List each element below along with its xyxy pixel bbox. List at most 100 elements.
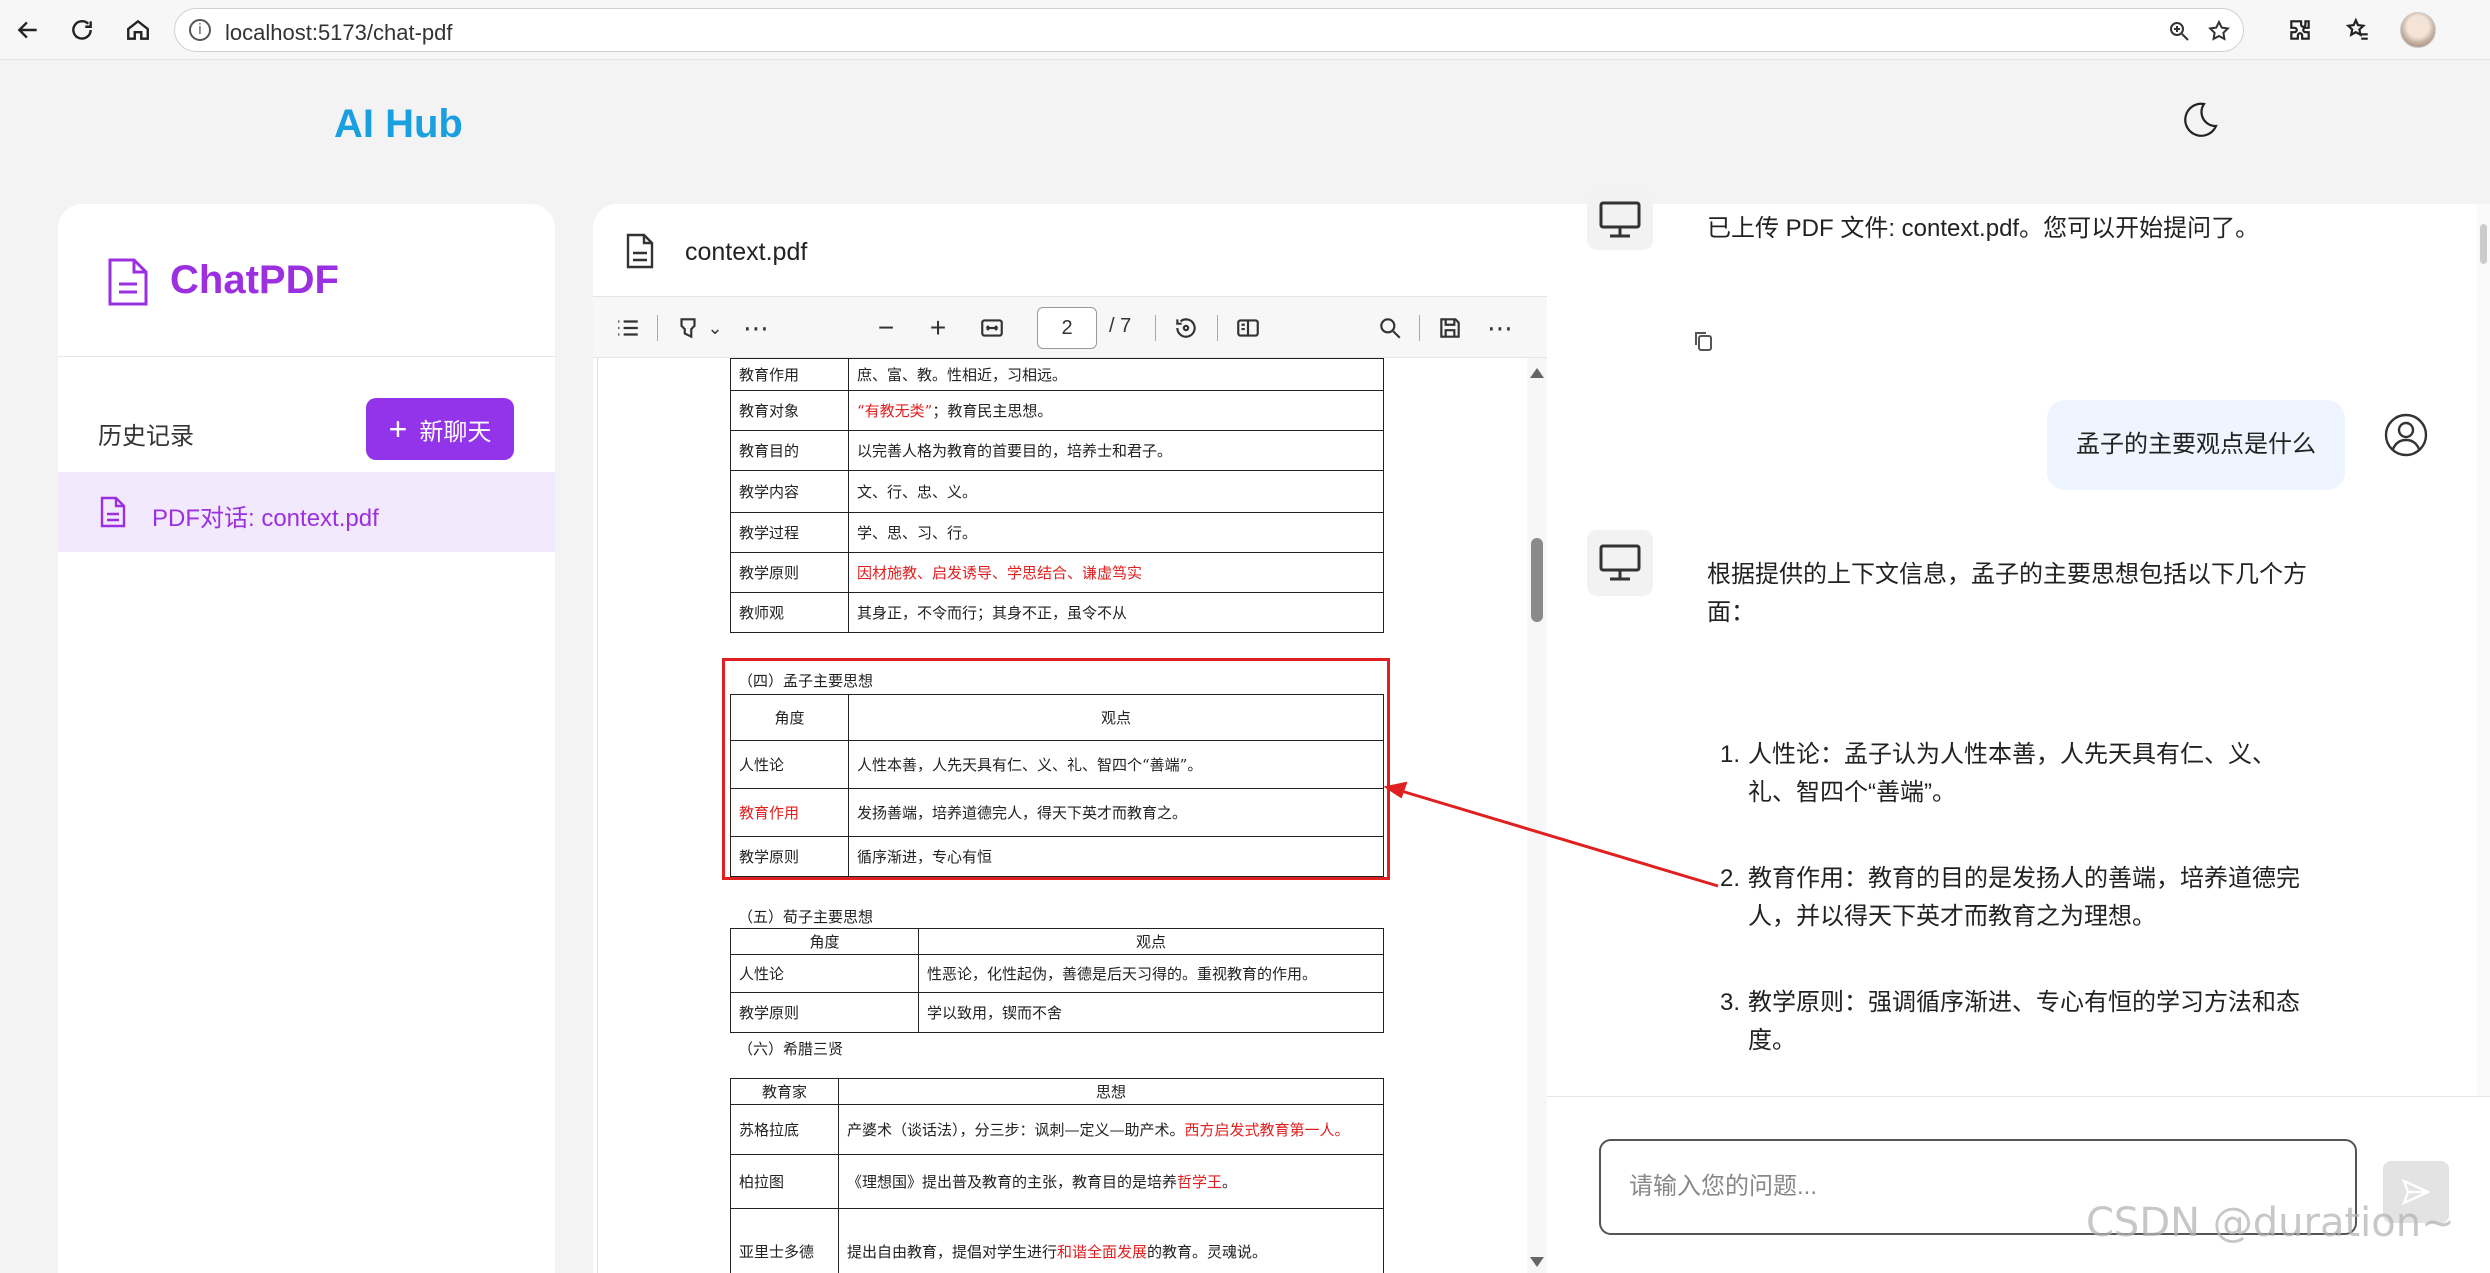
scroll-up-arrow[interactable] bbox=[1530, 368, 1544, 378]
highlight-icon[interactable] bbox=[673, 313, 703, 343]
cell-text: 的教育。灵魂说。 bbox=[1147, 1243, 1268, 1261]
pdf-table-confucius: 教育作用 庶、富、教。性相近，习相远。 教育对象 “有教无类”；教育民主思想。 教育… bbox=[730, 358, 1384, 633]
brand-title[interactable]: AI Hub bbox=[334, 102, 463, 147]
contents-list-icon[interactable] bbox=[613, 313, 643, 343]
highlighted-text: 哲学王 bbox=[1177, 1173, 1223, 1191]
zoom-icon[interactable] bbox=[2167, 19, 2191, 43]
sidebar: ChatPDF 历史记录 + 新聊天 PDF对话: context.pdf bbox=[58, 204, 555, 1273]
highlighted-text: 和谐全面发展 bbox=[1057, 1243, 1148, 1261]
table-row: 教学过程 学、思、习、行。 bbox=[730, 512, 1384, 553]
page-view-icon[interactable] bbox=[1233, 313, 1263, 343]
pdf-page[interactable]: 教育作用 庶、富、教。性相近，习相远。 教育对象 “有教无类”；教育民主思想。 教育… bbox=[597, 358, 1527, 1273]
new-chat-button[interactable]: + 新聊天 bbox=[366, 398, 514, 460]
rotate-icon[interactable] bbox=[1171, 313, 1201, 343]
pdf-filename: context.pdf bbox=[685, 238, 808, 266]
table-row: 教育作用 发扬善端，培养道德完人，得天下英才而教育之。 bbox=[730, 788, 1384, 837]
table-cell: 发扬善端，培养道德完人，得天下英才而教育之。 bbox=[848, 788, 1384, 837]
section-title: （六）希腊三贤 bbox=[738, 1040, 844, 1058]
user-avatar-icon bbox=[2383, 412, 2429, 458]
table-cell: 教育作用 bbox=[730, 788, 849, 837]
table-cell: 教学原则 bbox=[730, 992, 919, 1033]
reload-button[interactable] bbox=[66, 14, 98, 46]
table-row: 人性论 性恶论，化性起伪，善德是后天习得的。重视教育的作用。 bbox=[730, 954, 1384, 993]
cell-text: 。 bbox=[1222, 1173, 1238, 1191]
more-options-icon[interactable]: ⋯ bbox=[1485, 313, 1515, 343]
table-cell: 其身正，不令而行；其身不正，虽令不从 bbox=[848, 592, 1384, 633]
chevron-down-icon[interactable]: ⌄ bbox=[705, 313, 725, 343]
table-row: 教学内容 文、行、忠、义。 bbox=[730, 470, 1384, 513]
table-row: 角度 观点 bbox=[730, 694, 1384, 741]
list-item: 2. 教育作用：教育的目的是发扬人的善端，培养道德完人，并以得天下英才而教育之为理… bbox=[1720, 860, 2300, 936]
table-row: 苏格拉底 产婆术（谈话法），分三步：讽刺—定义—助产术。西方启发式教育第一人。 bbox=[730, 1104, 1384, 1155]
favorite-star-icon[interactable] bbox=[2207, 19, 2231, 43]
table-cell: 以完善人格为教育的首要目的，培养士和君子。 bbox=[848, 430, 1384, 471]
toolbar-separator bbox=[657, 315, 658, 341]
table-row: 教育目的 以完善人格为教育的首要目的，培养士和君子。 bbox=[730, 430, 1384, 471]
browser-toolbar: i localhost:5173/chat-pdf bbox=[0, 0, 2490, 60]
scroll-thumb[interactable] bbox=[1531, 538, 1543, 622]
document-icon bbox=[100, 496, 126, 528]
table-row: 教育作用 庶、富、教。性相近，习相远。 bbox=[730, 358, 1384, 391]
page-number-input[interactable]: 2 bbox=[1037, 307, 1097, 349]
theme-toggle-moon-icon[interactable] bbox=[2174, 96, 2222, 144]
home-button[interactable] bbox=[122, 14, 154, 46]
history-item[interactable]: PDF对话: context.pdf bbox=[58, 472, 555, 552]
table-row: 教育对象 “有教无类”；教育民主思想。 bbox=[730, 390, 1384, 431]
profile-avatar[interactable] bbox=[2400, 12, 2436, 48]
zoom-in-button[interactable]: + bbox=[923, 312, 953, 343]
table-header: 角度 bbox=[730, 928, 919, 955]
table-cell: 学、思、习、行。 bbox=[848, 512, 1384, 553]
pdf-toolbar: ⌄ ⋯ − + 2 / 7 ⋯ bbox=[593, 296, 1547, 358]
pdf-file-icon bbox=[106, 256, 150, 308]
user-message: 孟子的主要观点是什么 bbox=[2047, 400, 2345, 490]
table-row: 角度 观点 bbox=[730, 928, 1384, 955]
copy-icon[interactable] bbox=[1693, 330, 1713, 352]
more-icon[interactable]: ⋯ bbox=[741, 313, 771, 343]
extensions-icon[interactable] bbox=[2284, 14, 2316, 46]
history-label: 历史记录 bbox=[98, 423, 194, 450]
table-row: 亚里士多德 提出自由教育，提倡对学生进行和谐全面发展的教育。灵魂说。 bbox=[730, 1208, 1384, 1273]
chat-scrollbar[interactable] bbox=[2477, 204, 2490, 1096]
site-info-icon[interactable]: i bbox=[189, 19, 211, 41]
fit-width-icon[interactable] bbox=[977, 313, 1007, 343]
list-item-text: 教育作用：教育的目的是发扬人的善端，培养道德完人，并以得天下英才而教育之为理想。 bbox=[1748, 865, 2300, 930]
new-chat-label: 新聊天 bbox=[419, 418, 492, 446]
list-item-text: 教学原则：强调循序渐进、专心有恒的学习方法和态度。 bbox=[1748, 989, 2300, 1054]
app-header: AI Hub bbox=[0, 60, 2490, 204]
toolbar-separator bbox=[1155, 315, 1156, 341]
scroll-thumb[interactable] bbox=[2480, 224, 2487, 264]
toolbar-separator bbox=[1217, 315, 1218, 341]
list-item-text: 人性论：孟子认为人性本善，人先天具有仁、义、礼、智四个“善端”。 bbox=[1748, 741, 2276, 806]
back-button[interactable] bbox=[12, 14, 44, 46]
history-item-label: PDF对话: context.pdf bbox=[152, 505, 379, 532]
pdf-table-greek: 教育家 思想 苏格拉底 产婆术（谈话法），分三步：讽刺—定义—助产术。西方启发式教育… bbox=[730, 1078, 1384, 1273]
scroll-down-arrow[interactable] bbox=[1530, 1257, 1544, 1267]
table-cell: 人性论 bbox=[730, 740, 849, 789]
chat-input-area: 请输入您的问题... bbox=[1547, 1096, 2490, 1273]
favorites-icon[interactable] bbox=[2342, 14, 2374, 46]
cell-text: 产婆术（谈话法），分三步：讽刺—定义—助产术。 bbox=[847, 1121, 1185, 1139]
plus-icon: + bbox=[388, 411, 408, 447]
table-cell: 因材施教、启发诱导、学思结合、谦虚笃实 bbox=[848, 552, 1384, 593]
search-icon[interactable] bbox=[1375, 313, 1405, 343]
table-cell: 亚里士多德 bbox=[730, 1208, 839, 1273]
zoom-out-button[interactable]: − bbox=[871, 312, 901, 343]
sidebar-title: ChatPDF bbox=[170, 258, 339, 302]
highlighted-text: 西方启发式教育第一人。 bbox=[1184, 1121, 1350, 1139]
pdf-viewer-panel: context.pdf ⌄ ⋯ − + 2 / 7 ⋯ 教育作用 庶、富、教。性… bbox=[593, 204, 1547, 1273]
url-text[interactable]: localhost:5173/chat-pdf bbox=[225, 20, 453, 46]
table-cell: 《理想国》提出普及教育的主张，教育目的是培养哲学王。 bbox=[838, 1154, 1384, 1209]
table-row: 教师观 其身正，不令而行；其身不正，虽令不从 bbox=[730, 592, 1384, 633]
pdf-scrollbar[interactable] bbox=[1527, 358, 1547, 1273]
watermark: CSDN @duration~ bbox=[2086, 1200, 2455, 1246]
answer-intro: 根据提供的上下文信息，孟子的主要思想包括以下几个方面： bbox=[1707, 561, 2307, 626]
highlighted-text: “有教无类” bbox=[857, 402, 933, 420]
divider bbox=[58, 356, 555, 357]
table-header: 思想 bbox=[838, 1078, 1384, 1105]
table-cell: 教育对象 bbox=[730, 390, 849, 431]
save-icon[interactable] bbox=[1435, 313, 1465, 343]
list-number: 3. bbox=[1720, 989, 1741, 1016]
table-row: 教学原则 循序渐进，专心有恒 bbox=[730, 836, 1384, 877]
system-message: 已上传 PDF 文件: context.pdf。您可以开始提问了。 bbox=[1707, 215, 2260, 242]
address-bar[interactable]: i localhost:5173/chat-pdf bbox=[174, 8, 2244, 52]
